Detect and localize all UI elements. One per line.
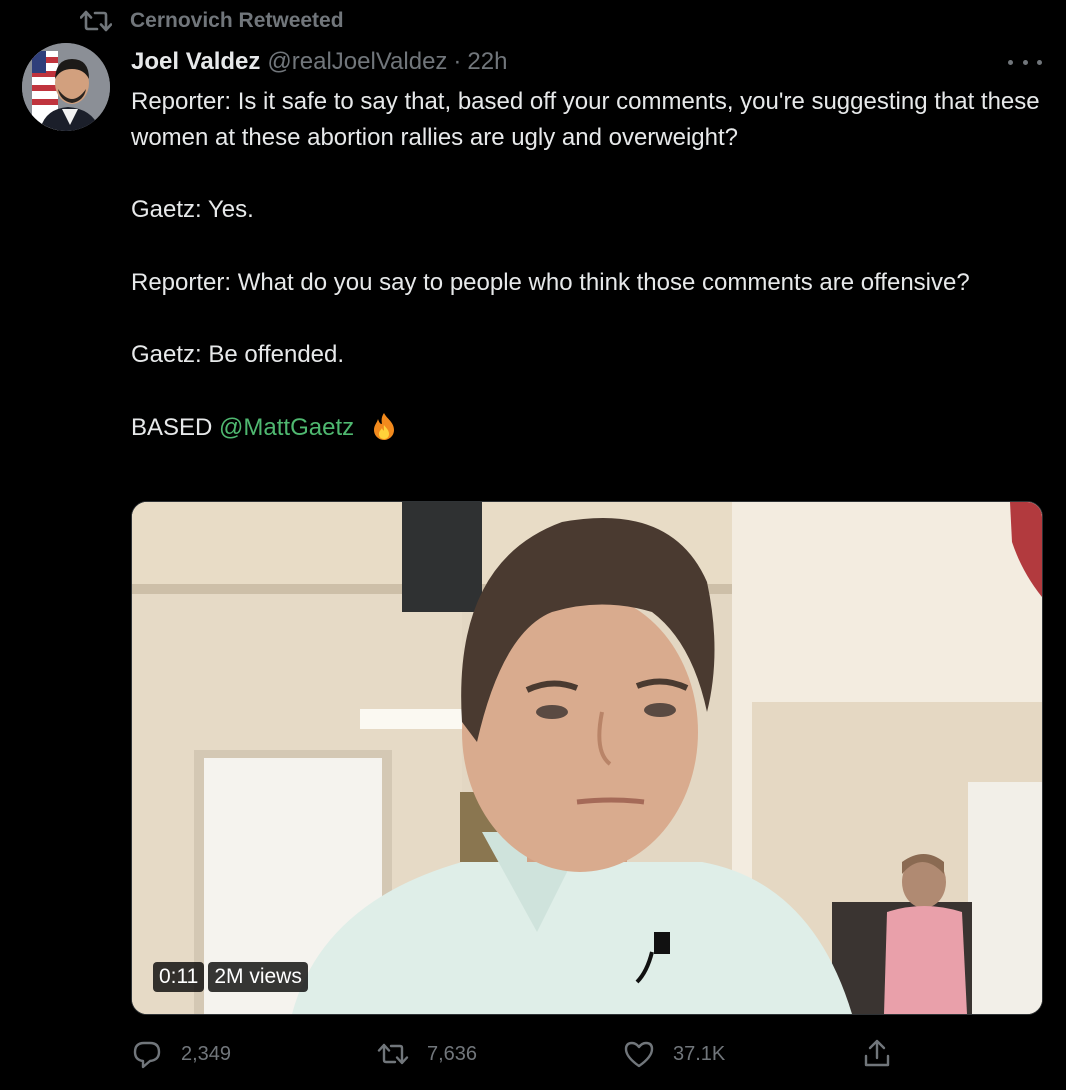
retweet-icon [80, 10, 112, 32]
retweet-context[interactable]: Cernovich Retweeted [80, 6, 344, 36]
like-count: 37.1K [673, 1042, 726, 1065]
tweet-paragraph: Gaetz: Be offended. [131, 341, 345, 368]
fire-icon [373, 412, 394, 440]
more-dot [1037, 59, 1042, 65]
tweet-paragraph: Reporter: What do you say to people who … [131, 268, 970, 296]
header-separator: · [453, 48, 462, 75]
tweet-closing-line: BASED @MattGaetz [131, 410, 1046, 446]
tweet-text: Reporter: Is it safe to say that, based … [131, 84, 1046, 445]
video-frame [132, 502, 1042, 1014]
video-duration: 0:11 [153, 962, 205, 992]
more-dot [1008, 59, 1013, 65]
author-avatar[interactable] [22, 43, 110, 131]
reply-button[interactable]: 2,349 [131, 1034, 231, 1074]
reply-icon [133, 1041, 161, 1069]
retweet-button[interactable]: 7,636 [377, 1034, 477, 1074]
reply-count: 2,349 [181, 1042, 232, 1065]
closing-prefix: BASED [131, 413, 213, 441]
tweet-paragraph: Gaetz: Yes. [131, 196, 254, 223]
share-button[interactable] [861, 1034, 893, 1074]
share-icon [864, 1039, 890, 1067]
like-button[interactable]: 37.1K [623, 1034, 725, 1074]
more-options-button[interactable] [1008, 50, 1042, 74]
author-display-name[interactable]: Joel Valdez [131, 48, 260, 76]
video-player[interactable]: 0:11 2M views [131, 501, 1043, 1015]
retweet-context-label: Cernovich Retweeted [130, 9, 344, 32]
author-handle[interactable]: @realJoelValdez [267, 48, 447, 76]
tweet-timestamp[interactable]: 22h [467, 48, 507, 76]
retweet-count: 7,636 [427, 1042, 478, 1065]
more-dot [1022, 59, 1028, 65]
video-views: 2M views [208, 962, 308, 992]
retweet-icon [377, 1043, 409, 1065]
tweet-paragraph: Reporter: Is it safe to say that, based … [131, 88, 1040, 151]
video-badges: 0:11 2M views [153, 962, 308, 992]
tweet-action-bar: 2,349 7,636 37.1K [131, 1034, 911, 1074]
heart-icon [624, 1041, 654, 1068]
tweet-header: Joel Valdez @realJoelValdez · 22h [131, 44, 507, 80]
mention-link[interactable]: @MattGaetz [219, 414, 354, 441]
